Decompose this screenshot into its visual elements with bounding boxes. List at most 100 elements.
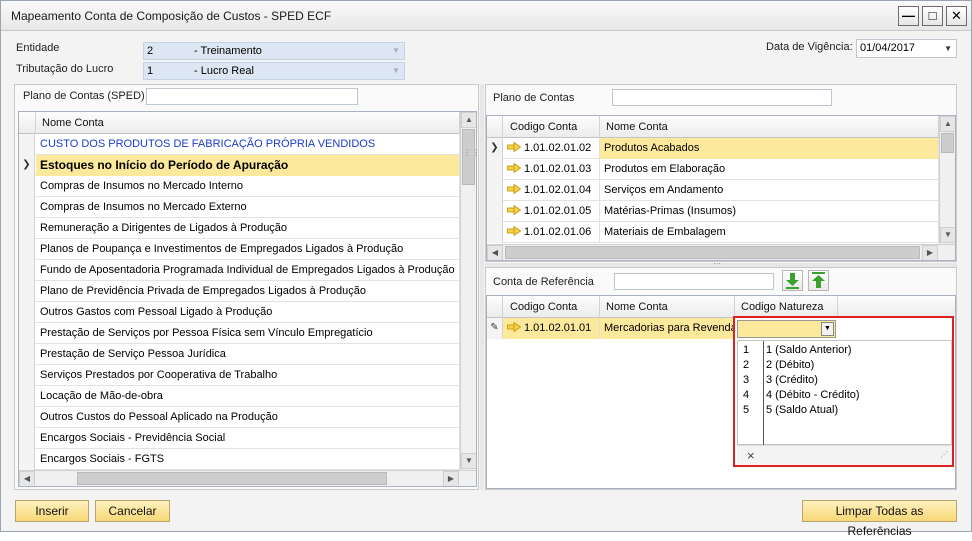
codigo-conta-cell[interactable]: 1.01.02.01.06 xyxy=(503,222,600,243)
codigo-conta-cell[interactable]: 1.01.02.01.02 xyxy=(503,138,600,159)
codigo-conta-cell[interactable]: 1.01.02.01.05 xyxy=(503,201,600,222)
table-row[interactable]: Remuneração a Dirigentes de Ligados à Pr… xyxy=(19,218,460,239)
row-selector[interactable] xyxy=(19,365,35,386)
codigo-conta-cell[interactable]: 1.01.02.01.03 xyxy=(503,159,600,180)
close-button[interactable]: ✕ xyxy=(946,6,967,26)
col-nome-conta[interactable]: Nome Conta xyxy=(600,296,735,318)
col-codigo-conta[interactable]: Codigo Conta xyxy=(503,116,600,138)
resize-grip-icon[interactable]: ⋰ xyxy=(940,450,948,459)
col-nome-conta[interactable]: Nome Conta xyxy=(600,116,939,138)
scroll-up-icon[interactable]: ▲ xyxy=(461,112,476,128)
table-row[interactable]: Fundo de Aposentadoria Programada Indivi… xyxy=(19,260,460,281)
col-codigo-natureza[interactable]: Codigo Natureza xyxy=(735,296,838,318)
table-row[interactable]: Serviços Prestados por Cooperativa de Tr… xyxy=(19,365,460,386)
table-row[interactable]: Outros Gastos com Pessoal Ligado à Produ… xyxy=(19,302,460,323)
table-row[interactable]: 1.01.02.01.04 Serviços em Andamento xyxy=(487,180,939,201)
scroll-right-icon[interactable]: ▶ xyxy=(922,245,938,260)
row-selector[interactable] xyxy=(19,260,35,281)
maximize-button[interactable]: □ xyxy=(922,6,943,26)
chevron-down-icon[interactable]: ▼ xyxy=(821,322,834,336)
natureza-option[interactable]: 5 5 (Saldo Atual) xyxy=(738,403,951,418)
move-down-button[interactable] xyxy=(782,270,803,291)
natureza-option[interactable]: 4 4 (Débito - Crédito) xyxy=(738,388,951,403)
scroll-thumb[interactable] xyxy=(505,246,920,259)
minimize-button[interactable]: — xyxy=(898,6,919,26)
table-row[interactable]: 1.01.02.01.05 Matérias-Primas (Insumos) xyxy=(487,201,939,222)
row-selector[interactable] xyxy=(487,159,503,180)
left-panel: Plano de Contas (SPED) Nome Conta CUSTO … xyxy=(14,84,479,490)
row-selector[interactable] xyxy=(19,281,35,302)
clear-icon[interactable]: × xyxy=(747,448,755,463)
plano-contas-search-input[interactable] xyxy=(612,89,832,106)
natureza-dropdown[interactable]: ▼ 1 1 (Saldo Anterior) 2 2 (Débito) 3 3 (Créd… xyxy=(733,316,954,467)
row-selector[interactable] xyxy=(487,222,503,243)
row-selector[interactable] xyxy=(487,201,503,222)
natureza-combo-input[interactable]: ▼ xyxy=(737,320,836,338)
row-selector[interactable]: ❯ xyxy=(487,138,503,159)
natureza-option[interactable]: 3 3 (Crédito) xyxy=(738,373,951,388)
table-row[interactable]: 1.01.02.01.06 Materiais de Embalagem xyxy=(487,222,939,243)
plano-horizontal-scrollbar[interactable]: ◀ ▶ xyxy=(487,244,955,260)
col-codigo-conta[interactable]: Codigo Conta xyxy=(503,296,600,318)
conta-referencia-search-input[interactable] xyxy=(614,273,774,290)
row-selector[interactable]: ❯ xyxy=(19,155,35,176)
cancelar-button[interactable]: Cancelar xyxy=(95,500,170,522)
sped-horizontal-scrollbar[interactable]: ◀ ▶ xyxy=(19,470,476,486)
table-row[interactable]: ❯ Estoques no Início do Período de Apuraç… xyxy=(19,155,460,176)
codigo-conta-cell[interactable]: 1.01.02.01.04 xyxy=(503,180,600,201)
row-selector[interactable] xyxy=(19,449,35,470)
row-selector[interactable] xyxy=(19,323,35,344)
table-row[interactable]: Encargos Sociais - FGTS xyxy=(19,449,460,470)
table-row[interactable]: Outros Custos do Pessoal Aplicado na Pro… xyxy=(19,407,460,428)
row-selector[interactable] xyxy=(19,134,35,155)
row-selector[interactable] xyxy=(19,407,35,428)
tributacao-field[interactable]: 1 - Lucro Real ▼ xyxy=(143,62,405,80)
vertical-splitter[interactable] xyxy=(480,84,484,490)
row-selector[interactable] xyxy=(19,302,35,323)
table-row[interactable]: CUSTO DOS PRODUTOS DE FABRICAÇÃO PRÓPRIA… xyxy=(19,134,460,155)
move-up-button[interactable] xyxy=(808,270,829,291)
scroll-thumb[interactable] xyxy=(77,472,387,485)
row-selector[interactable] xyxy=(19,239,35,260)
col-nome-conta[interactable]: Nome Conta xyxy=(36,112,460,134)
table-row[interactable]: Prestação de Serviço Pessoa Jurídica xyxy=(19,344,460,365)
scroll-thumb[interactable] xyxy=(941,133,954,153)
row-selector[interactable] xyxy=(19,428,35,449)
natureza-option[interactable]: 2 2 (Débito) xyxy=(738,358,951,373)
inserir-button[interactable]: Inserir xyxy=(15,500,89,522)
row-selector[interactable] xyxy=(19,386,35,407)
table-row[interactable]: Prestação de Serviços por Pessoa Física … xyxy=(19,323,460,344)
entidade-code: 2 xyxy=(147,45,154,57)
table-row[interactable]: Encargos Sociais - Previdência Social xyxy=(19,428,460,449)
plano-contas-label: Plano de Contas xyxy=(493,92,575,104)
table-row[interactable]: Compras de Insumos no Mercado Externo xyxy=(19,197,460,218)
scroll-down-icon[interactable]: ▼ xyxy=(940,227,955,243)
scroll-right-icon[interactable]: ▶ xyxy=(443,471,459,486)
scroll-up-icon[interactable]: ▲ xyxy=(940,116,955,132)
row-selector[interactable] xyxy=(19,176,35,197)
scroll-thumb[interactable] xyxy=(462,129,475,185)
scroll-down-icon[interactable]: ▼ xyxy=(461,453,476,469)
scroll-left-icon[interactable]: ◀ xyxy=(487,245,503,260)
row-selector[interactable] xyxy=(19,344,35,365)
plano-sped-search-input[interactable] xyxy=(146,88,358,105)
data-vigencia-select[interactable]: 01/04/2017 ▼ xyxy=(856,39,957,58)
scroll-left-icon[interactable]: ◀ xyxy=(19,471,35,486)
table-row[interactable]: Planos de Poupança e Investimentos de Em… xyxy=(19,239,460,260)
table-row[interactable]: Locação de Mão-de-obra xyxy=(19,386,460,407)
table-row[interactable]: ❯ 1.01.02.01.02 Produtos Acabados xyxy=(487,138,939,159)
nome-conta-cell: Outros Custos do Pessoal Aplicado na Pro… xyxy=(36,407,460,428)
edit-row-icon[interactable]: ✎ xyxy=(487,318,503,339)
row-selector[interactable] xyxy=(19,218,35,239)
limpar-referencias-button[interactable]: Limpar Todas as Referências xyxy=(802,500,957,538)
plano-vertical-scrollbar[interactable]: ▲ ▼ xyxy=(939,116,955,244)
row-selector[interactable] xyxy=(19,197,35,218)
row-selector[interactable] xyxy=(487,180,503,201)
sped-vertical-scrollbar[interactable]: ▲ ▼ xyxy=(460,112,476,470)
table-row[interactable]: Compras de Insumos no Mercado Interno xyxy=(19,176,460,197)
entidade-field[interactable]: 2 - Treinamento ▼ xyxy=(143,42,405,60)
table-row[interactable]: 1.01.02.01.03 Produtos em Elaboração xyxy=(487,159,939,180)
natureza-option[interactable]: 1 1 (Saldo Anterior) xyxy=(738,343,951,358)
table-row[interactable]: Plano de Previdência Privada de Empregad… xyxy=(19,281,460,302)
codigo-conta-cell[interactable]: 1.01.02.01.01 xyxy=(503,318,600,339)
